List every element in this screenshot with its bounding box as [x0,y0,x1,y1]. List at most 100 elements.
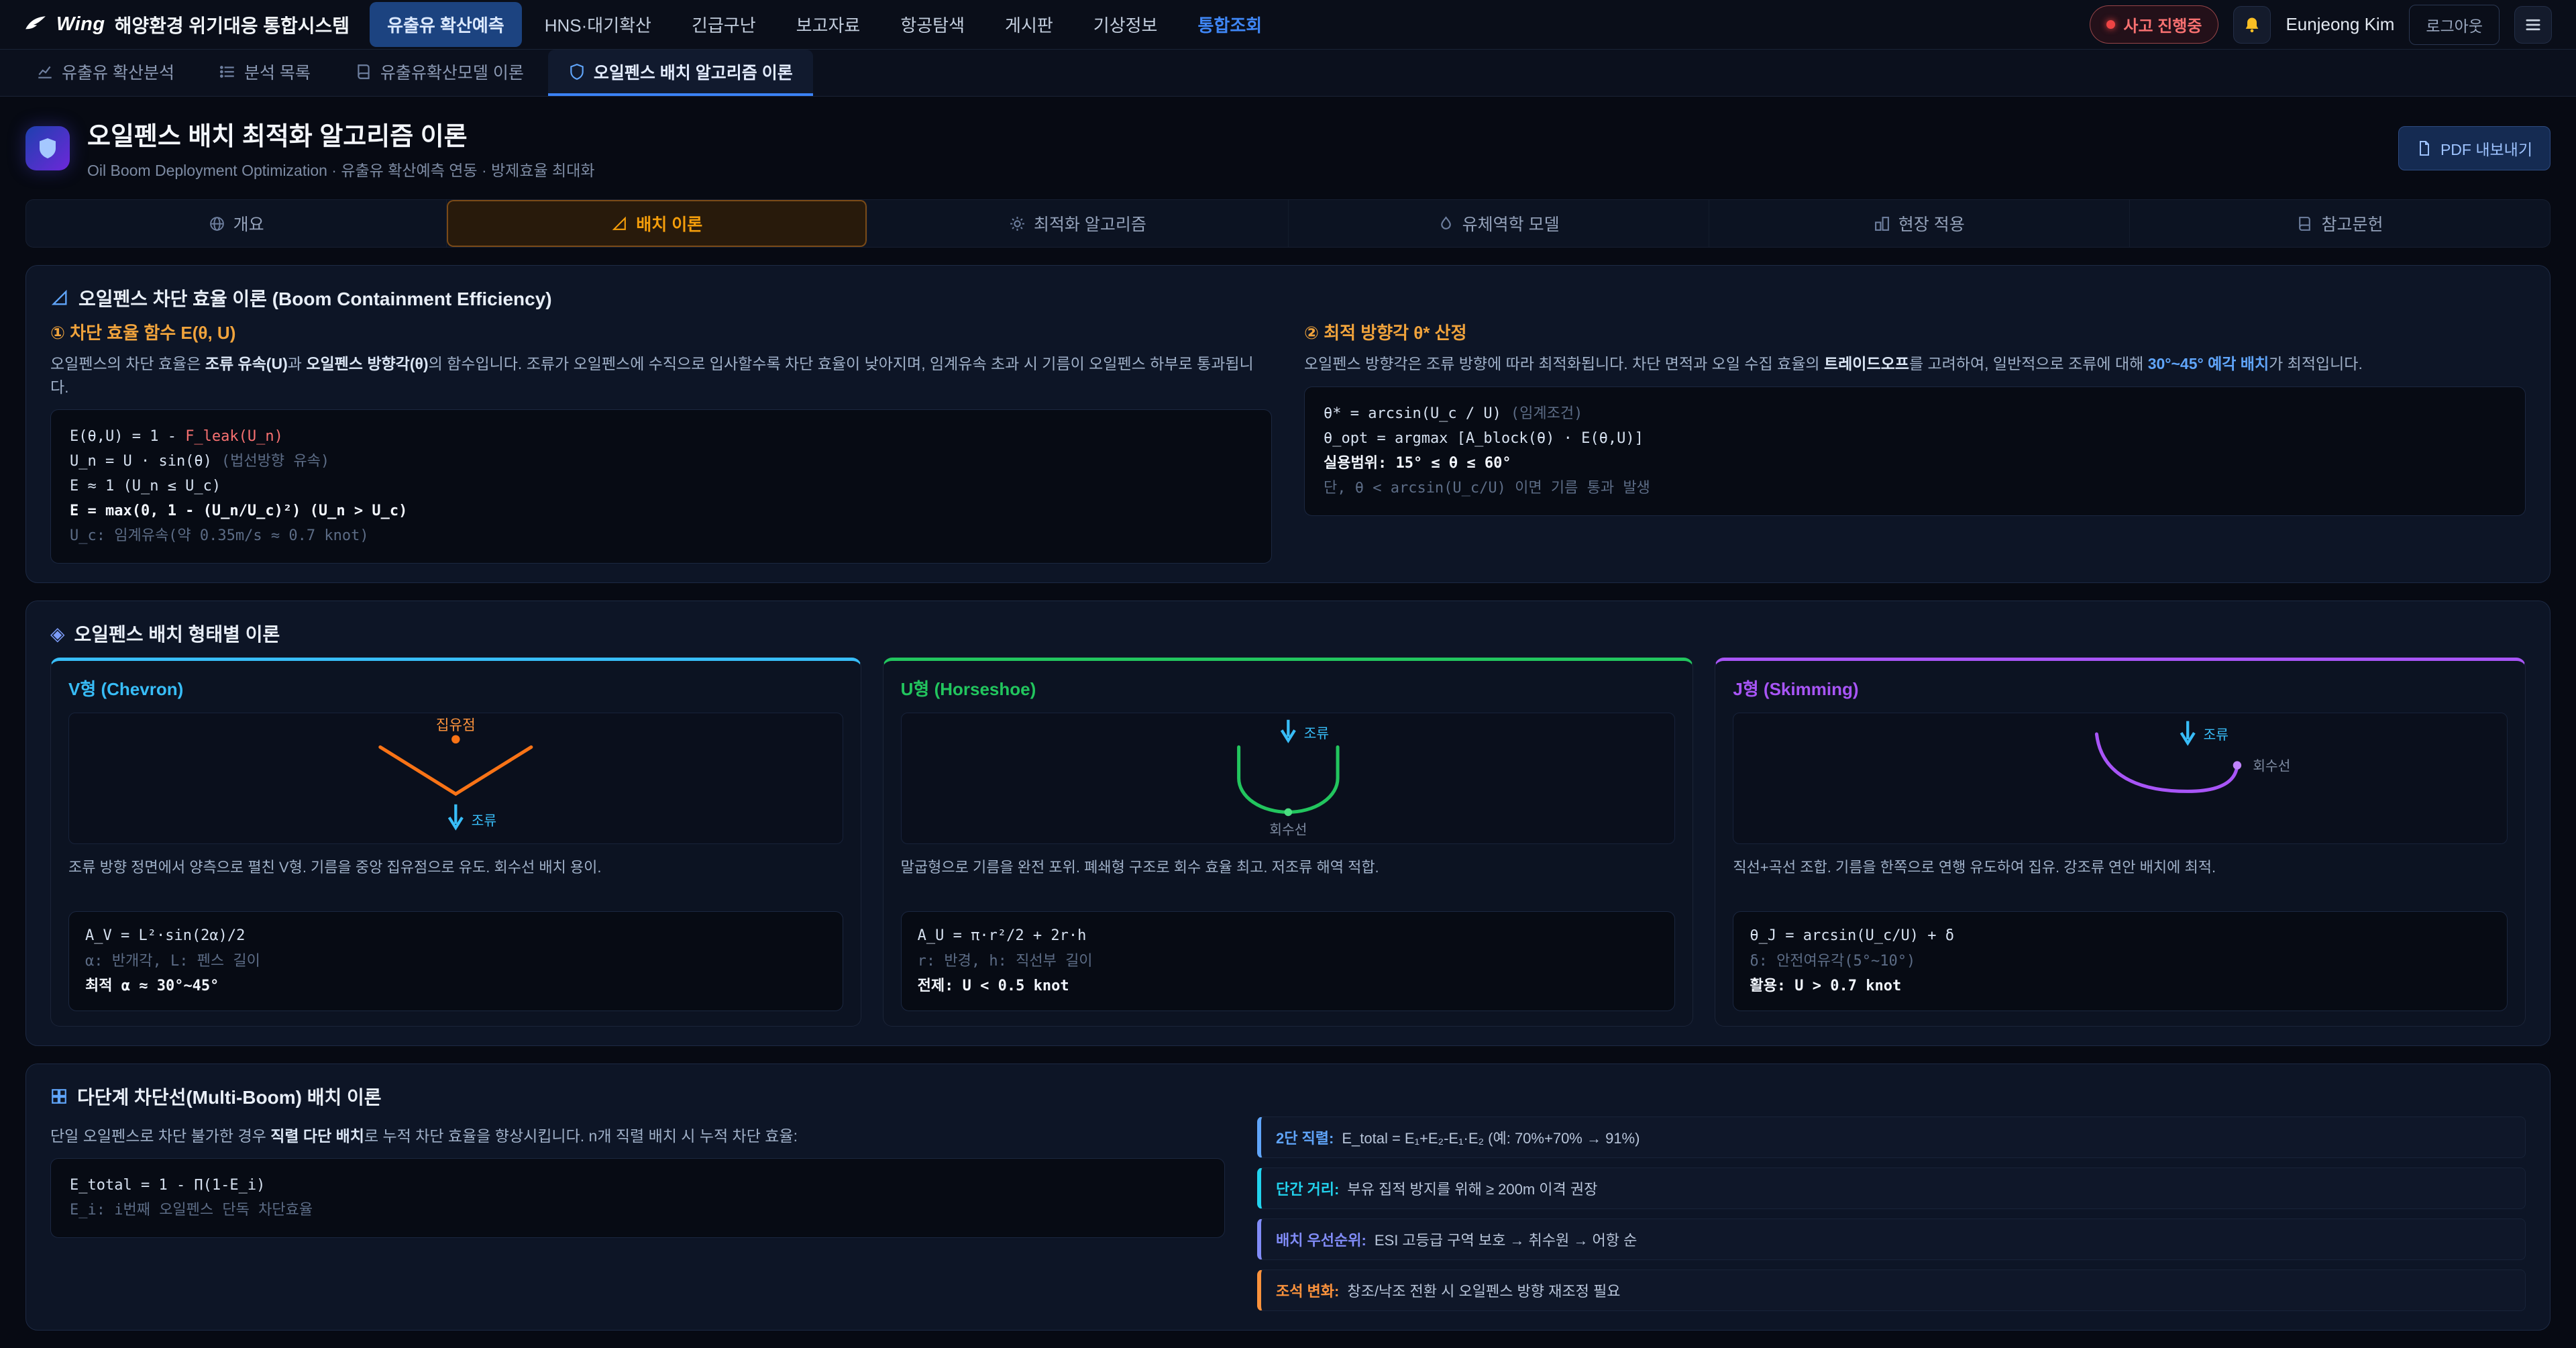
brand[interactable]: Wing 해양환경 위기대응 통합시스템 [24,11,350,38]
section-tab-hydrodynamics-model[interactable]: 유체역학 모델 [1289,200,1709,247]
shield-icon [568,63,586,81]
section-tab-label: 참고문헌 [2321,211,2383,236]
top-navbar: Wing 해양환경 위기대응 통합시스템 유출유 확산예측 HNS·대기확산 긴… [0,0,2576,50]
nav-item-weather[interactable]: 기상정보 [1076,2,1175,47]
navbar-right: 사고 진행중 Eunjeong Kim 로그아웃 [2090,5,2552,45]
incident-status-badge[interactable]: 사고 진행중 [2090,5,2218,44]
formula-line: E = max(0, 1 - (U_n/U_c)²) (U_n > U_c) [70,500,1252,523]
brand-title: 해양환경 위기대응 통합시스템 [115,11,350,38]
formula-block: A_U = π·r²/2 + 2r·h r: 반경, h: 직선부 길이 전제:… [901,911,1676,1010]
body-text: 단일 오일펜스로 차단 불가한 경우 직렬 다단 배치로 누적 차단 효율을 향… [50,1125,1225,1148]
diagram-label-recovery: 회수선 [2253,759,2291,774]
nav-item-oil-spill-prediction[interactable]: 유출유 확산예측 [370,2,522,47]
nav-item-integrated-search[interactable]: 통합조회 [1180,2,1279,47]
subsection-heading: ① 차단 효율 함수 E(θ, U) [50,319,1272,344]
nav-item-board[interactable]: 게시판 [987,2,1071,47]
gear-icon [1009,215,1026,232]
recovery-point-dot [1284,809,1292,817]
diagram-label-current: 조류 [1303,727,1328,741]
boom-shield-badge [25,126,70,170]
multiboom-notes: 2단 직렬: E_total = E₁+E₂-E₁·E₂ (예: 70%+70%… [1257,1117,2526,1311]
section-tab-references[interactable]: 참고문헌 [2130,200,2550,247]
shield-icon [36,136,60,160]
boom-type-name: J형 (Skimming) [1733,676,2508,701]
page-subtitle: Oil Boom Deployment Optimization · 유출유 확… [87,158,595,180]
j-boom-line [2097,735,2238,792]
tab-label: 오일펜스 배치 알고리즘 이론 [594,60,793,84]
hamburger-icon [2524,15,2542,34]
list-icon [219,63,236,81]
page-header: 오일펜스 배치 최적화 알고리즘 이론 Oil Boom Deployment … [0,97,2576,197]
boom-layouts-card: ◈ 오일펜스 배치 형태별 이론 V형 (Chevron) 집유점 조류 조류 … [25,601,2551,1045]
formula-line: α: 반개각, L: 펜스 길이 [85,950,826,973]
boom-type-desc: 직선+곡선 조합. 기름을 한쪽으로 연행 유도하여 집유. 강조류 연안 배치… [1733,856,2508,902]
brand-logo-word: Wing [56,13,105,36]
section-tab-label: 최적화 알고리즘 [1034,211,1146,236]
note-row: 2단 직렬: E_total = E₁+E₂-E₁·E₂ (예: 70%+70%… [1257,1117,2526,1158]
containment-efficiency-card: 오일펜스 차단 효율 이론 (Boom Containment Efficien… [25,265,2551,583]
grid-icon [50,1088,68,1105]
multiboom-title-text: 다단계 차단선(Multi-Boom) 배치 이론 [77,1083,382,1110]
subsection-heading: ② 최적 방향각 θ* 산정 [1304,319,2526,344]
section-tab-field-application[interactable]: 현장 적용 [1709,200,2130,247]
formula-line: U_c: 임계유속(약 0.35m/s ≈ 0.7 knot) [70,525,1252,548]
note-text: E_total = E₁+E₂-E₁·E₂ (예: 70%+70% → 91%) [1342,1127,1640,1148]
formula-line: 활용: U > 0.7 knot [1750,975,2491,998]
boom-diagram-j: 조류 회수선 [1733,713,2508,844]
tab-analysis-list[interactable]: 분석 목록 [199,50,331,96]
multiboom-card: 다단계 차단선(Multi-Boom) 배치 이론 단일 오일펜스로 차단 불가… [25,1064,2551,1331]
boom-type-card-j: J형 (Skimming) 조류 회수선 직선+곡선 조합. 기름을 한쪽으로 … [1715,658,2526,1026]
nav-item-emergency-rescue[interactable]: 긴급구난 [674,2,773,47]
notifications-button[interactable] [2233,6,2271,44]
pdf-export-label: PDF 내보내기 [2440,137,2532,160]
body-text: 오일펜스의 차단 효율은 조류 유속(U)과 오일펜스 방향각(θ)의 함수입니… [50,352,1272,399]
nav-item-reports[interactable]: 보고자료 [779,2,878,47]
tab-spill-model-theory[interactable]: 유출유확산모델 이론 [335,50,544,96]
note-text: 창조/낙조 전환 시 오일펜스 방향 재조정 필요 [1347,1280,1620,1301]
nav-item-hns-dispersion[interactable]: HNS·대기확산 [527,2,669,47]
note-row: 조석 변화: 창조/낙조 전환 시 오일펜스 방향 재조정 필요 [1257,1269,2526,1311]
section-tab-label: 배치 이론 [636,211,702,236]
formula-line: E(θ,U) = 1 - F_leak(U_n) [70,425,1252,448]
boom-type-desc: 말굽형으로 기름을 완전 포위. 폐쇄형 구조로 회수 효율 최고. 저조류 해… [901,856,1676,902]
logout-button[interactable]: 로그아웃 [2409,5,2500,45]
note-text: 부유 집적 방지를 위해 ≥ 200m 이격 권장 [1347,1178,1597,1199]
collection-point-dot [451,735,460,743]
section-tab-label: 현장 적용 [1898,211,1965,236]
optimal-angle-column: ② 최적 방향각 θ* 산정 오일펜스 방향각은 조류 방향에 따라 최적화됩니… [1304,319,2526,564]
primary-nav: 유출유 확산예측 HNS·대기확산 긴급구난 보고자료 항공탐색 게시판 기상정… [370,2,1279,47]
formula-block: E(θ,U) = 1 - F_leak(U_n) U_n = U · sin(θ… [50,409,1272,564]
section-tab-optimization-algorithm[interactable]: 최적화 알고리즘 [867,200,1288,247]
tab-boom-algorithm-theory[interactable]: 오일펜스 배치 알고리즘 이론 [548,50,813,96]
boom-diagram-v: 집유점 조류 [68,713,843,844]
analysis-tabbar: 유출유 확산분석 분석 목록 유출유확산모델 이론 오일펜스 배치 알고리즘 이… [0,50,2576,97]
document-icon [2416,140,2432,156]
menu-button[interactable] [2514,6,2552,44]
v-boom-line [380,747,531,794]
tab-label: 유출유 확산분석 [62,60,174,84]
triangle-ruler-icon [611,215,628,232]
efficiency-function-column: ① 차단 효율 함수 E(θ, U) 오일펜스의 차단 효율은 조류 유속(U)… [50,319,1272,564]
diagram-label-current: 조류 [472,814,496,829]
pdf-export-button[interactable]: PDF 내보내기 [2398,126,2551,170]
formula-block: E_total = 1 - Π(1-E_i) E_i: i번째 오일펜스 단독 … [50,1158,1225,1238]
nav-item-aerial-search[interactable]: 항공탐색 [883,2,982,47]
tab-spill-analysis[interactable]: 유출유 확산분석 [16,50,195,96]
note-label: 배치 우선순위: [1276,1229,1366,1250]
droplet-icon [1438,215,1454,232]
book-icon [355,63,372,81]
section-tabs: 개요 배치 이론 최적화 알고리즘 유체역학 모델 현장 적용 참고문헌 [25,199,2551,248]
incident-status-label: 사고 진행중 [2123,13,2202,36]
boom-type-grid: V형 (Chevron) 집유점 조류 조류 방향 정면에서 양측으로 펼친 V… [50,658,2526,1026]
note-label: 조석 변화: [1276,1280,1339,1301]
formula-line: r: 반경, h: 직선부 길이 [918,950,1659,973]
page-header-text: 오일펜스 배치 최적화 알고리즘 이론 Oil Boom Deployment … [87,115,595,180]
boom-layouts-title-text: 오일펜스 배치 형태별 이론 [74,620,280,647]
boom-type-name: U형 (Horseshoe) [901,676,1676,701]
note-row: 단간 거리: 부유 집적 방지를 위해 ≥ 200m 이격 권장 [1257,1168,2526,1209]
diamond-icon: ◈ [50,623,65,645]
diagram-label-recovery: 회수선 [1269,823,1307,838]
section-tab-overview[interactable]: 개요 [26,200,447,247]
section-tab-deployment-theory[interactable]: 배치 이론 [447,200,867,247]
note-text: ESI 고등급 구역 보호 → 취수원 → 어항 순 [1375,1229,1637,1250]
